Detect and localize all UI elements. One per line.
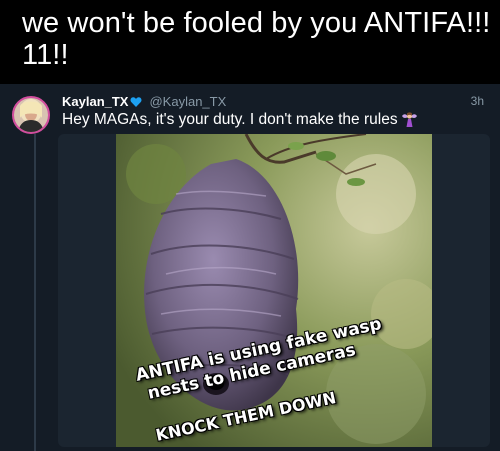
avatar[interactable] bbox=[12, 96, 50, 134]
avatar-image bbox=[14, 98, 48, 132]
verified-heart-icon bbox=[130, 96, 142, 111]
display-name[interactable]: Kaylan_TX bbox=[62, 94, 128, 109]
handle[interactable]: @Kaylan_TX bbox=[149, 94, 226, 109]
caption-line-1: we won't be fooled by you ANTIFA!!! bbox=[22, 7, 491, 39]
tweet[interactable]: Kaylan_TX @Kaylan_TX 3h Hey MAGAs, it's y… bbox=[0, 84, 500, 451]
timestamp[interactable]: 3h bbox=[471, 94, 484, 108]
thread-line bbox=[34, 134, 36, 451]
tweet-header: Kaylan_TX @Kaylan_TX 3h bbox=[62, 94, 492, 112]
caption-line-2: 11!! bbox=[22, 39, 69, 72]
screenshot: we won't be fooled by you ANTIFA!!! 11!!… bbox=[0, 0, 500, 451]
tweet-text: Hey MAGAs, it's your duty. I don't make … bbox=[62, 111, 492, 133]
caption: we won't be fooled by you ANTIFA!!! 11!! bbox=[22, 7, 491, 72]
tweet-text-body: Hey MAGAs, it's your duty. I don't make … bbox=[62, 111, 398, 128]
fairy-icon bbox=[401, 111, 418, 133]
media-card[interactable]: ANTIFA is using fake wasp nests to hide … bbox=[58, 134, 490, 447]
